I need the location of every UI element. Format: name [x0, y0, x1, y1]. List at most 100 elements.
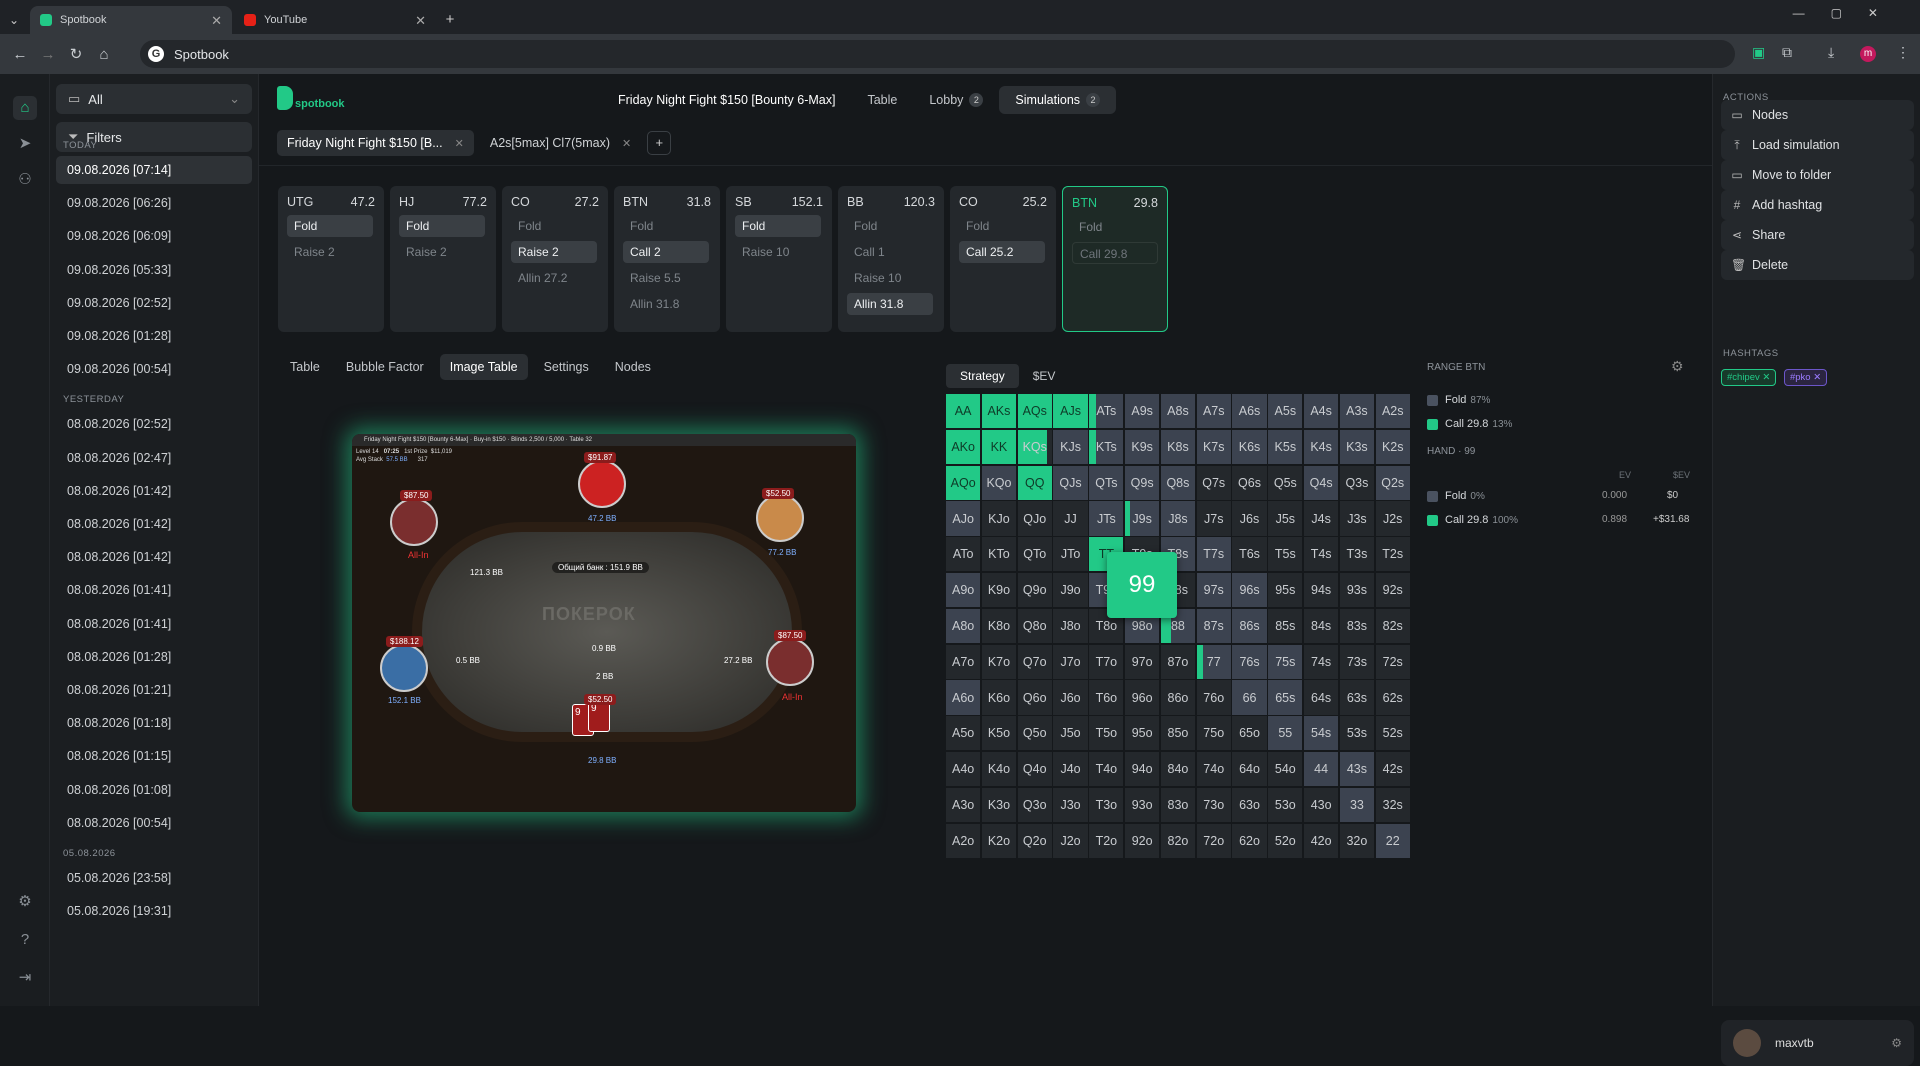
hand-cell[interactable]: Q9s — [1124, 465, 1160, 500]
hand-cell[interactable]: J6o — [1053, 680, 1088, 715]
hand-cell[interactable]: J8o — [1053, 608, 1088, 644]
hand-cell[interactable]: 96s — [1232, 572, 1267, 608]
nav-lobby[interactable]: Lobby 2 — [913, 86, 999, 114]
file-tab-active[interactable]: Friday Night Fight $150 [B... ✕ — [277, 130, 474, 156]
browser-tab-youtube[interactable]: YouTube ✕ — [234, 6, 436, 34]
subtab-table[interactable]: Table — [280, 354, 330, 380]
hand-cell[interactable]: J7o — [1053, 644, 1088, 679]
hand-cell[interactable]: Q6s — [1232, 465, 1267, 500]
hand-cell[interactable]: KQs — [1017, 429, 1052, 465]
hand-cell[interactable]: 32o — [1339, 823, 1375, 858]
hand-cell[interactable]: 77 — [1196, 644, 1231, 679]
window-controls[interactable]: —▢✕ — [1793, 6, 1904, 20]
hand-cell[interactable]: A7s — [1196, 394, 1231, 429]
hand-cell[interactable]: 62s — [1375, 680, 1410, 715]
hand-cell[interactable]: 65s — [1268, 680, 1303, 715]
hand-cell[interactable]: T7s — [1196, 537, 1231, 572]
hand-cell[interactable]: 63s — [1339, 680, 1375, 715]
session-item[interactable]: 08.08.2026 [01:18] — [56, 709, 252, 737]
hand-cell[interactable]: J9s — [1124, 501, 1160, 536]
session-item[interactable]: 08.08.2026 [01:41] — [56, 576, 252, 604]
user-card[interactable]: maxvtb ⚙ — [1721, 1020, 1914, 1066]
hand-cell[interactable]: 53s — [1339, 716, 1375, 751]
hand-cell[interactable]: K5s — [1268, 429, 1303, 465]
hand-cell[interactable]: Q6o — [1017, 680, 1052, 715]
hand-cell[interactable]: Q8o — [1017, 608, 1052, 644]
hand-cell[interactable]: 64o — [1232, 751, 1267, 787]
session-item[interactable]: 08.08.2026 [01:28] — [56, 643, 252, 671]
hand-cell[interactable]: QQ — [1017, 465, 1052, 500]
hand-cell[interactable]: AJs — [1053, 394, 1088, 429]
hand-cell[interactable]: 75o — [1196, 716, 1231, 751]
hand-cell[interactable]: J5o — [1053, 716, 1088, 751]
action-option[interactable]: Allin 27.2 — [511, 267, 597, 289]
tab-strategy[interactable]: Strategy — [946, 364, 1019, 388]
hand-cell[interactable]: 87o — [1160, 644, 1196, 679]
action-option[interactable]: Call 2 — [623, 241, 709, 263]
session-item[interactable]: 09.08.2026 [06:26] — [56, 189, 252, 217]
hand-cell[interactable]: Q3s — [1339, 465, 1375, 500]
session-item[interactable]: 09.08.2026 [00:54] — [56, 355, 252, 383]
forward-icon[interactable]: → — [34, 46, 62, 63]
hand-cell[interactable]: Q7o — [1017, 644, 1052, 679]
session-item[interactable]: 09.08.2026 [07:14] — [56, 156, 252, 184]
hand-cell[interactable]: K9o — [981, 572, 1017, 608]
hand-cell[interactable]: 64s — [1303, 680, 1339, 715]
hand-cell[interactable]: KJs — [1053, 429, 1088, 465]
hand-cell[interactable]: 74s — [1303, 644, 1339, 679]
position-card[interactable]: UTG 47.2 Fold Raise 2 — [278, 186, 384, 332]
hand-cell[interactable]: K5o — [981, 716, 1017, 751]
share-button[interactable]: ⋖ Share — [1721, 220, 1914, 250]
hand-cell[interactable]: K7s — [1196, 429, 1231, 465]
close-icon[interactable]: ✕ — [622, 137, 631, 150]
position-card[interactable]: BB 120.3 Fold Call 1 Raise 10 Allin 31.8 — [838, 186, 944, 332]
settings-gear-icon[interactable]: ⚙ — [13, 890, 37, 914]
hand-cell[interactable]: T3o — [1089, 787, 1124, 823]
hand-cell[interactable]: 62o — [1232, 823, 1267, 858]
session-item[interactable]: 08.08.2026 [01:08] — [56, 776, 252, 804]
hand-cell[interactable]: KTs — [1089, 429, 1124, 465]
hand-cell[interactable]: K3s — [1339, 429, 1375, 465]
position-card[interactable]: HJ 77.2 Fold Raise 2 — [390, 186, 496, 332]
hand-cell[interactable]: T2o — [1089, 823, 1124, 858]
hand-cell[interactable]: JTs — [1089, 501, 1124, 536]
action-option[interactable]: Fold — [959, 215, 1045, 237]
hand-cell[interactable]: 95o — [1124, 716, 1160, 751]
delete-button[interactable]: 🗑 Delete — [1721, 250, 1914, 280]
profile-avatar[interactable]: m — [1860, 46, 1876, 62]
hand-cell[interactable]: T5o — [1089, 716, 1124, 751]
hand-cell[interactable]: K4o — [981, 751, 1017, 787]
hand-cell[interactable]: A7o — [946, 644, 981, 679]
hand-cell[interactable]: 53o — [1268, 787, 1303, 823]
hand-cell[interactable]: QTo — [1017, 537, 1052, 572]
hand-cell[interactable]: 86o — [1160, 680, 1196, 715]
hand-cell[interactable]: T6s — [1232, 537, 1267, 572]
extension-icon[interactable]: ▣ — [1752, 44, 1765, 61]
hand-cell[interactable]: T4o — [1089, 751, 1124, 787]
session-item[interactable]: 08.08.2026 [01:21] — [56, 676, 252, 704]
hand-cell[interactable]: A6o — [946, 680, 981, 715]
hand-cell[interactable]: Q9o — [1017, 572, 1052, 608]
session-item[interactable]: 09.08.2026 [06:09] — [56, 222, 252, 250]
add-tab-button[interactable]: + — [647, 131, 672, 155]
hand-cell[interactable]: Q5s — [1268, 465, 1303, 500]
action-option[interactable]: Fold — [399, 215, 485, 237]
hand-cell[interactable]: 32s — [1375, 787, 1410, 823]
move-to-folder-button[interactable]: ▭ Move to folder — [1721, 160, 1914, 190]
session-item[interactable]: 09.08.2026 [02:52] — [56, 289, 252, 317]
action-option[interactable]: Fold — [1072, 216, 1158, 238]
nav-simulations[interactable]: Simulations 2 — [999, 86, 1117, 114]
hand-cell[interactable]: T3s — [1339, 537, 1375, 572]
hand-cell[interactable]: 22 — [1375, 823, 1410, 858]
hand-cell[interactable]: J4s — [1303, 501, 1339, 536]
position-card[interactable]: CO 25.2 Fold Call 25.2 — [950, 186, 1056, 332]
hand-cell[interactable]: 54o — [1268, 751, 1303, 787]
hand-cell[interactable]: QTs — [1089, 465, 1124, 500]
hand-cell[interactable]: 97o — [1124, 644, 1160, 679]
hand-cell[interactable]: 42s — [1375, 751, 1410, 787]
close-tab-icon[interactable]: ✕ — [415, 13, 426, 29]
hand-cell[interactable]: Q7s — [1196, 465, 1231, 500]
session-item[interactable]: 08.08.2026 [01:15] — [56, 742, 252, 770]
home-icon[interactable]: ⌂ — [90, 46, 118, 63]
session-item[interactable]: 08.08.2026 [00:54] — [56, 809, 252, 837]
